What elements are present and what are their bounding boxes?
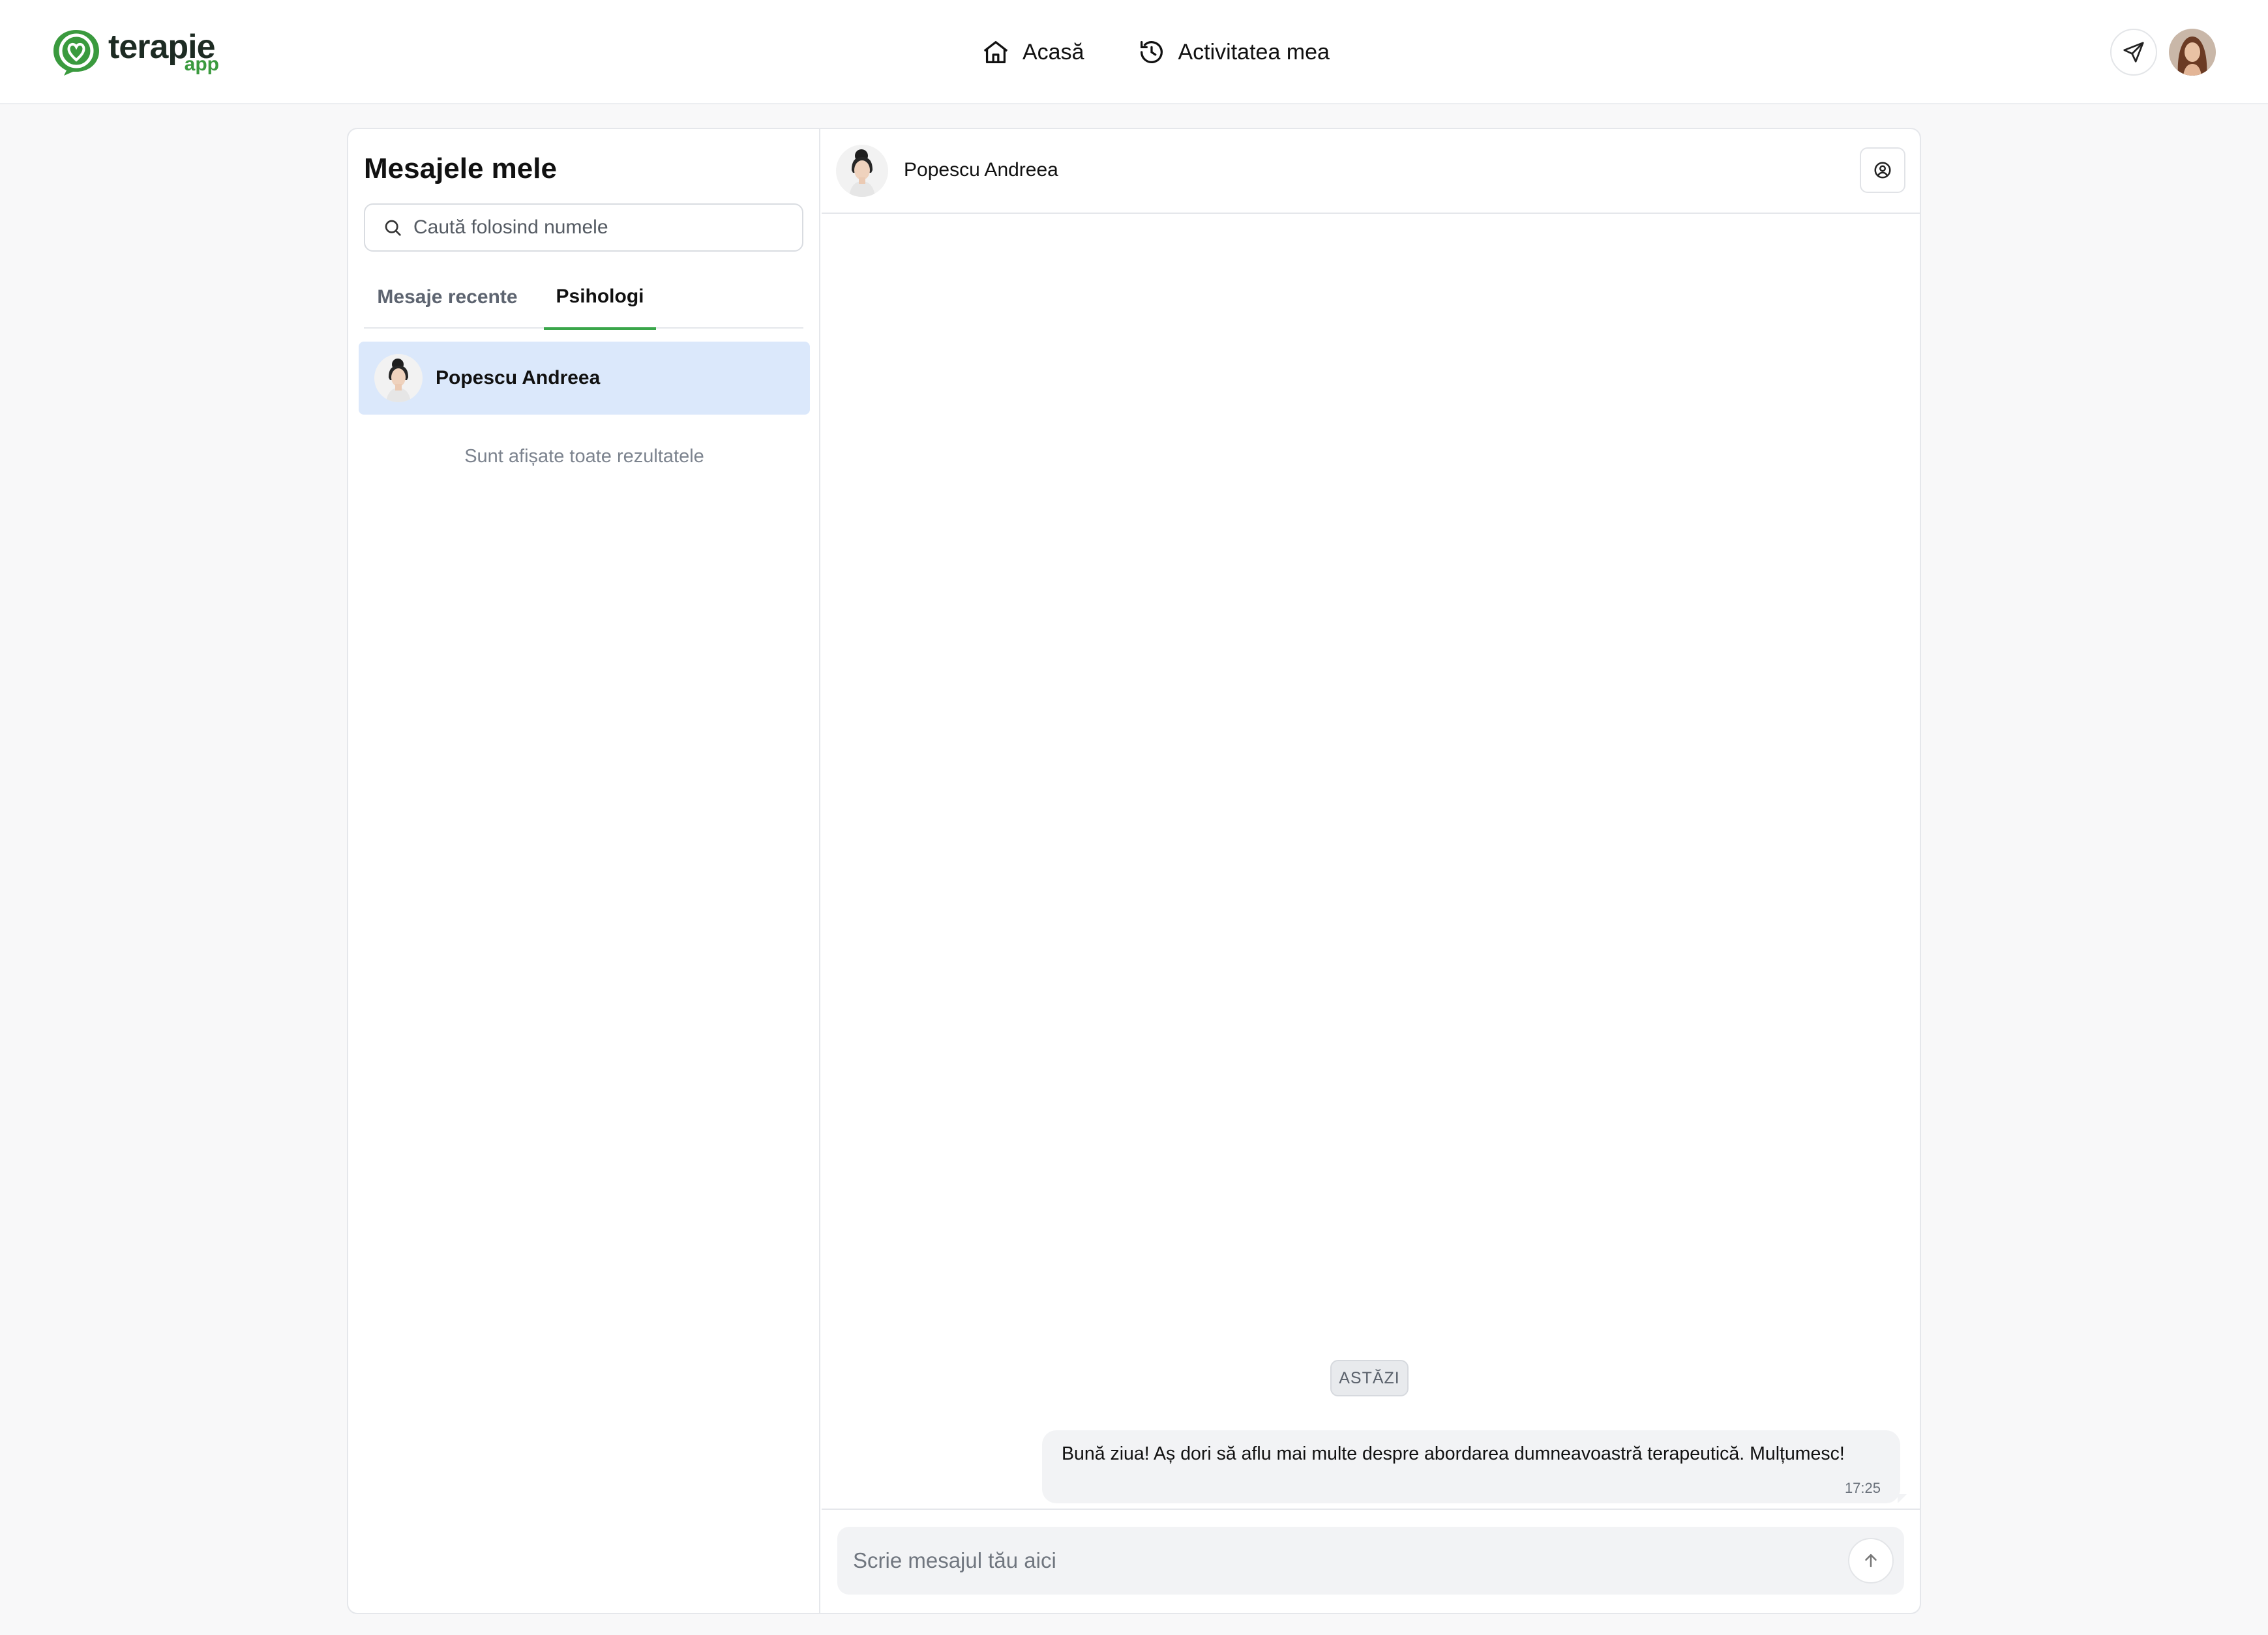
user-circle-icon xyxy=(1874,162,1891,179)
contact-photo xyxy=(374,354,423,402)
top-navbar: terapie app Acasă Activitatea mea xyxy=(0,0,2268,104)
nav-link-activity[interactable]: Activitatea mea xyxy=(1137,34,1330,70)
composer-divider xyxy=(822,1509,1920,1510)
user-photo xyxy=(2169,29,2216,76)
nav-link-label: Acasă xyxy=(1022,39,1084,65)
conversation-tabs: Mesaje recente Psihologi xyxy=(364,266,803,330)
contact-list-item[interactable]: Popescu Andreea xyxy=(359,342,810,415)
contact-photo xyxy=(836,145,888,197)
main-nav: Acasă Activitatea mea xyxy=(981,34,1382,70)
send-message-button[interactable] xyxy=(1848,1538,1894,1583)
nav-link-home[interactable]: Acasă xyxy=(981,34,1084,70)
arrow-up-icon xyxy=(1865,1554,1877,1567)
logo-heart-bubble-icon xyxy=(53,30,99,76)
search-icon xyxy=(385,220,401,236)
message-text: Bună ziua! Aș dori să aflu mai multe des… xyxy=(1062,1443,1845,1464)
message-timestamp: 17:25 xyxy=(1844,1480,1881,1496)
terapie-logo[interactable]: terapie app xyxy=(51,27,219,77)
nav-link-label: Activitatea mea xyxy=(1178,39,1330,65)
chat-contact-name: Popescu Andreea xyxy=(904,159,1058,181)
send-icon xyxy=(2123,42,2144,63)
date-separator: ASTĂZI xyxy=(1330,1360,1409,1396)
tab-psychologists[interactable]: Psihologi xyxy=(544,266,656,330)
message-bubble: Bună ziua! Aș dori să aflu mai multe des… xyxy=(1042,1430,1900,1503)
page-title: Mesajele mele xyxy=(364,153,557,184)
history-icon xyxy=(1140,41,1163,63)
chat-panel: Popescu Andreea ASTĂZI Bună ziua! Aș dor… xyxy=(822,129,1920,1613)
view-profile-button[interactable] xyxy=(1860,147,1905,193)
conversations-panel: Mesajele mele Mesaje recente Psihologi xyxy=(348,129,820,1613)
contact-avatar xyxy=(374,354,423,402)
results-note: Sunt afișate toate rezultatele xyxy=(464,446,704,467)
user-avatar[interactable] xyxy=(2169,29,2216,76)
home-icon xyxy=(983,41,1008,63)
contact-name: Popescu Andreea xyxy=(436,367,601,389)
chat-contact-avatar[interactable] xyxy=(836,145,888,197)
search-field[interactable] xyxy=(364,203,803,252)
logo-subtext: app xyxy=(184,53,219,75)
message-composer xyxy=(837,1527,1904,1595)
message-bubble-tail xyxy=(1898,1494,1907,1503)
chat-header: Popescu Andreea xyxy=(822,129,1920,214)
search-input[interactable] xyxy=(413,216,792,239)
tab-recent-messages[interactable]: Mesaje recente xyxy=(364,266,531,329)
send-button[interactable] xyxy=(2110,29,2157,76)
message-input[interactable] xyxy=(853,1548,1848,1573)
messages-card: Mesajele mele Mesaje recente Psihologi xyxy=(347,128,1921,1614)
